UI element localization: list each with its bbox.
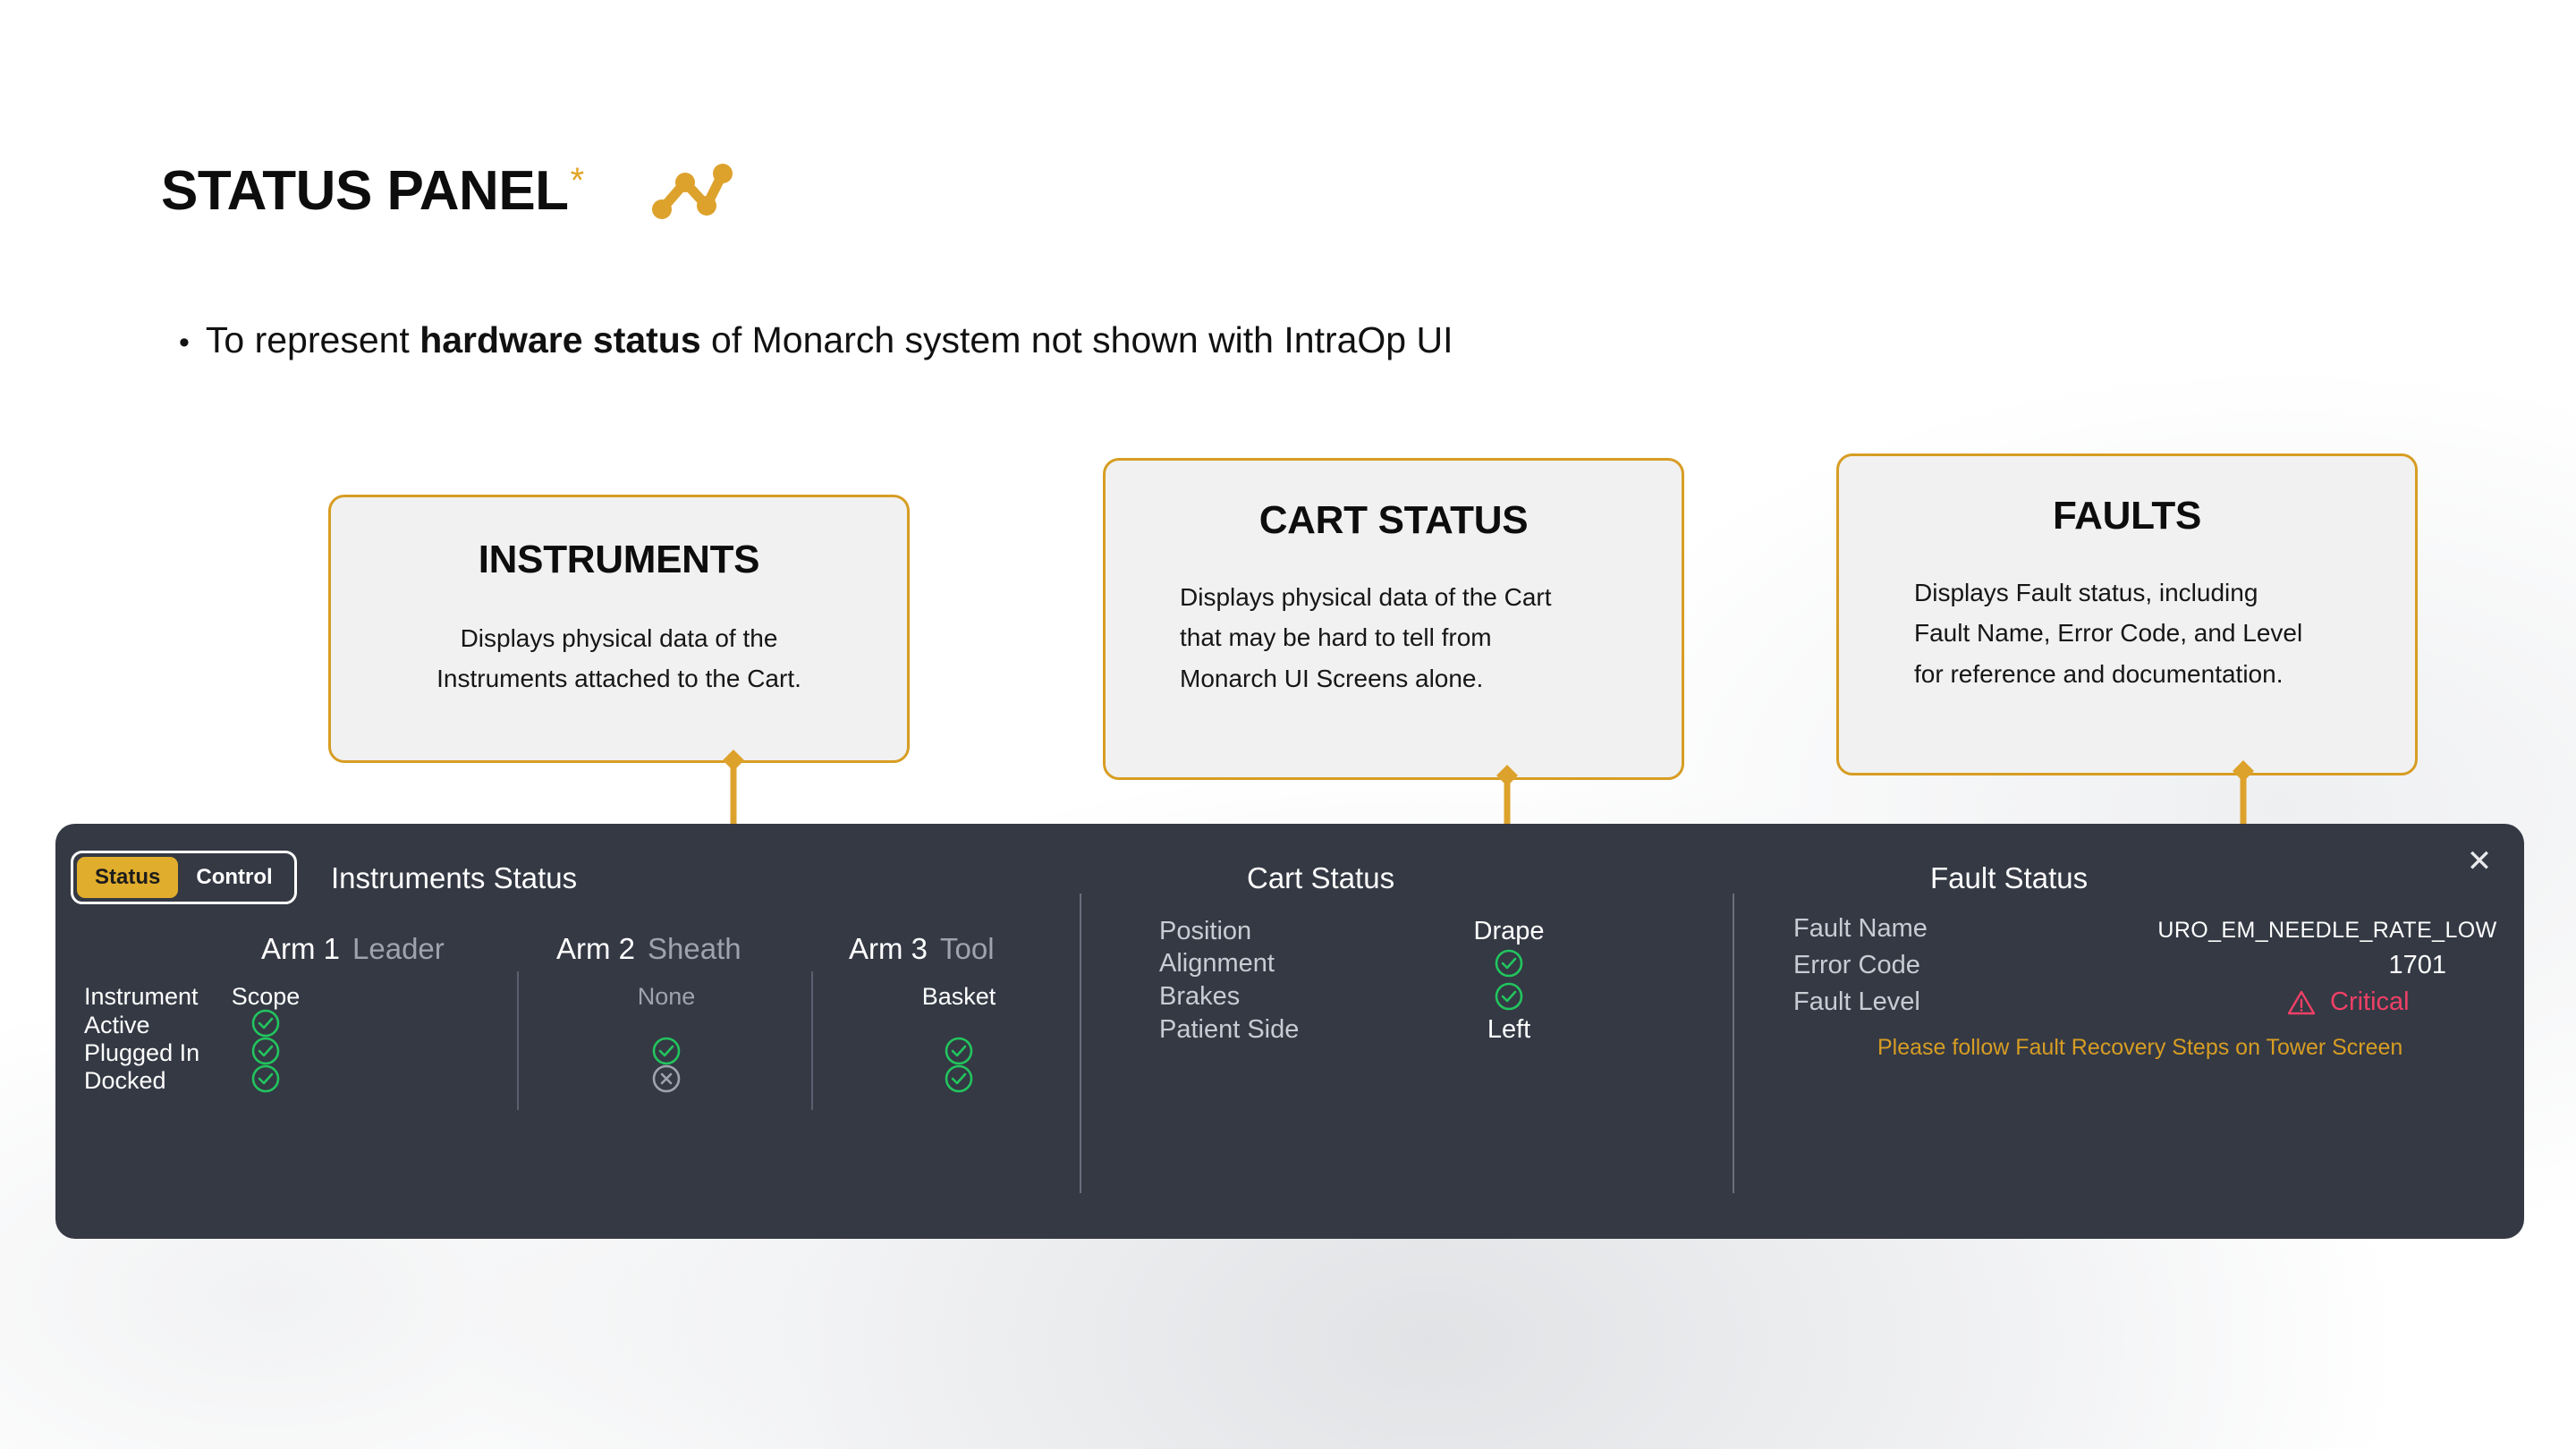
page-title: STATUS PANEL *	[161, 159, 733, 224]
arm-3-docked-check-icon	[943, 1063, 975, 1095]
toggle-control-option[interactable]: Control	[178, 857, 290, 898]
cart-status-title: Cart Status	[1247, 861, 1395, 894]
callout-cart-line3: Monarch UI Screens alone.	[1180, 664, 1484, 692]
callout-faults-body: Displays Fault status, including Fault N…	[1839, 572, 2415, 694]
bullet-suffix: of Monarch system not shown with IntraOp…	[700, 319, 1453, 360]
bullet-bold: hardware status	[419, 319, 701, 360]
cart-label-patient-side: Patient Side	[1159, 1015, 1300, 1044]
arm-1-header: Arm 1 Leader	[261, 932, 445, 966]
cart-alignment-check-icon	[1493, 947, 1525, 979]
cart-brakes-check-icon	[1493, 980, 1525, 1013]
callout-faults-line1: Displays Fault status, including	[1914, 579, 2258, 606]
callout-cart-heading: CART STATUS	[1258, 498, 1529, 542]
instruments-status-title: Instruments Status	[331, 861, 578, 894]
callout-instruments-heading: INSTRUMENTS	[478, 538, 760, 581]
callout-faults-heading: FAULTS	[2052, 494, 2202, 538]
fault-recovery-note: Please follow Fault Recovery Steps on To…	[1877, 1035, 2403, 1060]
close-icon[interactable]: ✕	[2462, 843, 2497, 879]
callout-cart-line2: that may be hard to tell from	[1180, 623, 1492, 652]
callout-instruments: INSTRUMENTS Displays physical data of th…	[328, 495, 910, 763]
row-label-active: Active	[84, 1012, 150, 1038]
fault-status-title: Fault Status	[1930, 861, 2089, 894]
warning-triangle-icon	[2287, 989, 2316, 1016]
arm-3-number: Arm 3	[849, 932, 928, 965]
line-chart-icon	[651, 159, 733, 224]
cart-value-patient-side: Left	[1487, 1015, 1531, 1044]
arm-1-type: Leader	[352, 932, 445, 965]
callout-instruments-line2: Instruments attached to the Cart.	[436, 665, 801, 693]
bullet-marker: •	[179, 326, 190, 360]
row-label-instrument: Instrument	[84, 983, 199, 1010]
fault-value-error-code: 1701	[2388, 951, 2446, 979]
arm-3-instrument-value: Basket	[921, 983, 996, 1010]
row-label-docked: Docked	[84, 1067, 166, 1094]
bullet-text: To represent hardware status of Monarch …	[206, 318, 1453, 363]
arm-2-number: Arm 2	[556, 932, 636, 965]
arm-2-header: Arm 2 Sheath	[556, 932, 741, 966]
callout-instruments-line1: Displays physical data of the	[460, 624, 778, 652]
bullet-line: • To represent hardware status of Monarc…	[179, 318, 1453, 363]
arm-divider-2	[811, 971, 813, 1110]
title-asterisk: *	[570, 161, 585, 200]
row-label-plugged-in: Plugged In	[84, 1039, 200, 1066]
bullet-prefix: To represent	[205, 319, 420, 360]
cart-value-position: Drape	[1473, 917, 1545, 945]
cart-label-brakes: Brakes	[1159, 982, 1241, 1011]
section-divider-instruments-cart	[1080, 894, 1081, 1193]
fault-label-name: Fault Name	[1793, 914, 1928, 943]
arm-2-type: Sheath	[648, 932, 741, 965]
callout-cart-body: Displays physical data of the Cart that …	[1106, 577, 1682, 699]
arm-1-number: Arm 1	[261, 932, 341, 965]
callout-cart-status: CART STATUS Displays physical data of th…	[1103, 458, 1684, 780]
callout-instruments-body: Displays physical data of the Instrument…	[331, 618, 907, 699]
arm-2-docked-cross-icon	[650, 1063, 682, 1095]
callout-faults-line3: for reference and documentation.	[1914, 659, 2284, 688]
callout-faults-line2: Fault Name, Error Code, and Level	[1914, 619, 2303, 648]
callout-faults: FAULTS Displays Fault status, including …	[1836, 453, 2418, 775]
fault-label-level: Fault Level	[1793, 987, 1920, 1016]
page-title-text: STATUS PANEL	[161, 160, 569, 222]
fault-label-error-code: Error Code	[1793, 951, 1920, 979]
callout-cart-line1: Displays physical data of the Cart	[1180, 583, 1552, 611]
arm-1-docked-check-icon	[250, 1063, 282, 1095]
arm-divider-1	[517, 971, 519, 1110]
cart-label-position: Position	[1159, 917, 1252, 945]
toggle-status-option[interactable]: Status	[77, 857, 179, 898]
fault-value-name: URO_EM_NEEDLE_RATE_LOW	[2157, 918, 2497, 943]
status-control-toggle[interactable]: Status Control	[71, 851, 297, 904]
cart-label-alignment: Alignment	[1159, 949, 1275, 978]
fault-value-level: Critical	[2330, 987, 2410, 1016]
fault-value-level-wrap: Critical	[2287, 987, 2410, 1017]
arm-3-header: Arm 3 Tool	[849, 932, 995, 966]
arm-2-instrument-value: None	[637, 983, 696, 1010]
status-panel: ✕ Status Control Instruments Status Arm …	[55, 824, 2524, 1239]
arm-3-type: Tool	[940, 932, 995, 965]
section-divider-cart-fault	[1733, 894, 1734, 1193]
